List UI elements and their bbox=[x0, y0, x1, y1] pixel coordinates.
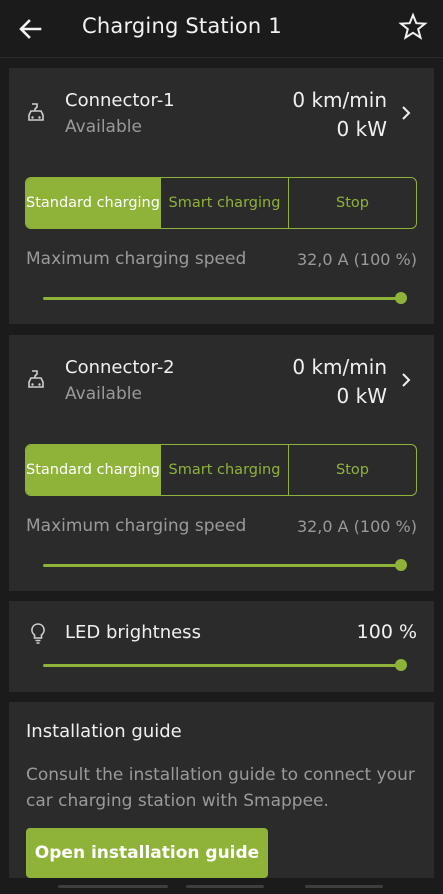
smart-charging-button[interactable]: Smart charging bbox=[161, 178, 289, 228]
chevron-right-icon[interactable] bbox=[398, 105, 414, 121]
nav-pill-center[interactable] bbox=[186, 885, 264, 888]
connector-status: Available bbox=[65, 117, 142, 137]
slider-track bbox=[43, 297, 401, 300]
slider-thumb[interactable] bbox=[395, 292, 407, 304]
led-brightness-label: LED brightness bbox=[65, 622, 201, 643]
max-charging-speed-value: 32,0 A (100 %) bbox=[296, 250, 417, 269]
nav-pill-left bbox=[58, 885, 168, 888]
lightbulb-icon bbox=[31, 623, 45, 644]
charging-power-value: 0 kW bbox=[336, 117, 387, 141]
stop-charging-button[interactable]: Stop bbox=[289, 178, 416, 228]
led-brightness-card: LED brightness 100 % bbox=[9, 601, 434, 692]
max-charging-speed-slider[interactable] bbox=[43, 557, 407, 573]
slider-track bbox=[43, 564, 401, 567]
charging-speed-value: 0 km/min bbox=[292, 88, 387, 112]
ev-charger-car-icon bbox=[28, 370, 44, 388]
connector-name: Connector-1 bbox=[65, 90, 175, 111]
charging-mode-selector: Standard charging Smart charging Stop bbox=[25, 444, 417, 496]
chevron-right-icon[interactable] bbox=[398, 372, 414, 388]
installation-guide-description: Consult the installation guide to connec… bbox=[26, 765, 415, 811]
nav-pill-right bbox=[305, 885, 383, 888]
smart-charging-button[interactable]: Smart charging bbox=[161, 445, 289, 495]
slider-thumb[interactable] bbox=[395, 659, 407, 671]
stop-charging-button[interactable]: Stop bbox=[289, 445, 416, 495]
app-bar: Charging Station 1 bbox=[0, 0, 443, 58]
connector-card-1: Connector-1 Available 0 km/min 0 kW Stan… bbox=[9, 68, 434, 324]
led-brightness-value: 100 % bbox=[356, 621, 417, 643]
installation-guide-title: Installation guide bbox=[26, 721, 182, 742]
system-nav-bar bbox=[0, 878, 443, 894]
max-charging-speed-label: Maximum charging speed bbox=[26, 516, 247, 536]
star-outline-icon[interactable] bbox=[397, 11, 429, 43]
connector-card-2: Connector-2 Available 0 km/min 0 kW Stan… bbox=[9, 335, 434, 591]
open-installation-guide-button[interactable]: Open installation guide bbox=[26, 828, 268, 878]
standard-charging-button[interactable]: Standard charging bbox=[26, 178, 161, 228]
charging-mode-selector: Standard charging Smart charging Stop bbox=[25, 177, 417, 229]
charging-power-value: 0 kW bbox=[336, 384, 387, 408]
max-charging-speed-label: Maximum charging speed bbox=[26, 249, 247, 269]
page-title: Charging Station 1 bbox=[82, 14, 282, 38]
standard-charging-button[interactable]: Standard charging bbox=[26, 445, 161, 495]
connector-name: Connector-2 bbox=[65, 357, 175, 378]
slider-thumb[interactable] bbox=[395, 559, 407, 571]
led-brightness-slider[interactable] bbox=[43, 657, 407, 673]
slider-track bbox=[43, 664, 401, 667]
ev-charger-car-icon bbox=[28, 103, 44, 121]
max-charging-speed-slider[interactable] bbox=[43, 290, 407, 306]
max-charging-speed-value: 32,0 A (100 %) bbox=[296, 517, 417, 536]
charging-speed-value: 0 km/min bbox=[292, 355, 387, 379]
installation-guide-card: Installation guide Consult the installat… bbox=[9, 702, 434, 878]
connector-status: Available bbox=[65, 384, 142, 404]
back-arrow-icon[interactable] bbox=[14, 13, 46, 45]
